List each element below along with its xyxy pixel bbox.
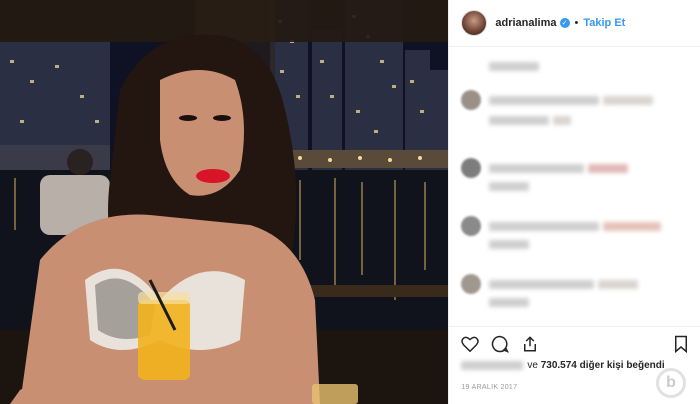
comment-button[interactable] [491, 335, 510, 353]
blurred-comment-text [489, 239, 530, 249]
blurred-comment-text [489, 115, 550, 125]
bookmark-icon [675, 335, 688, 354]
post-sidebar: adrianalima ✓ • Takip Et ve 730.574 diğe… [448, 0, 700, 404]
post-photo[interactable] [0, 0, 449, 404]
watermark-logo: b [656, 368, 686, 398]
blurred-comment-text [603, 221, 662, 231]
username-link[interactable]: adrianalima [495, 17, 556, 29]
save-button[interactable] [674, 335, 688, 358]
action-bar [449, 326, 700, 361]
instagram-post: adrianalima ✓ • Takip Et ve 730.574 diğe… [0, 0, 700, 404]
blurred-comment-text [553, 115, 572, 125]
heart-icon [461, 336, 480, 352]
blurred-liker-name [461, 361, 524, 370]
blurred-comment-text [489, 163, 585, 173]
share-button[interactable] [521, 335, 539, 353]
blurred-comment-text [603, 95, 654, 105]
photo-scene [0, 0, 449, 404]
follow-button[interactable]: Takip Et [583, 17, 625, 29]
likes-count: 730.574 [540, 360, 577, 371]
likes-prefix: ve [527, 360, 538, 371]
blurred-comment-text [588, 163, 629, 173]
list-item [461, 89, 654, 111]
blurred-comment-text [489, 181, 530, 191]
list-item [461, 175, 530, 197]
list-item [461, 55, 540, 77]
blurred-comment-text [598, 279, 639, 289]
blurred-comment-text [489, 61, 540, 71]
blurred-comment-text [489, 279, 595, 289]
blurred-comment-text [489, 95, 600, 105]
comment-icon [492, 335, 510, 353]
comments-list[interactable] [449, 47, 700, 323]
separator-dot: • [574, 17, 579, 29]
list-item [461, 291, 530, 313]
blurred-comment-text [489, 297, 530, 307]
like-button[interactable] [461, 336, 480, 352]
likes-suffix: diğer kişi beğendi [579, 360, 665, 371]
avatar[interactable] [461, 10, 488, 36]
verified-badge-icon: ✓ [559, 18, 570, 28]
share-icon [524, 336, 537, 352]
blurred-comment-text [489, 221, 600, 231]
post-date[interactable]: 19 ARALIK 2017 [461, 384, 517, 391]
list-item [461, 233, 530, 255]
avatar[interactable] [461, 90, 482, 110]
post-header: adrianalima ✓ • Takip Et [449, 0, 700, 47]
likes-summary[interactable]: ve 730.574 diğer kişi beğendi [461, 360, 665, 371]
list-item [461, 109, 572, 131]
